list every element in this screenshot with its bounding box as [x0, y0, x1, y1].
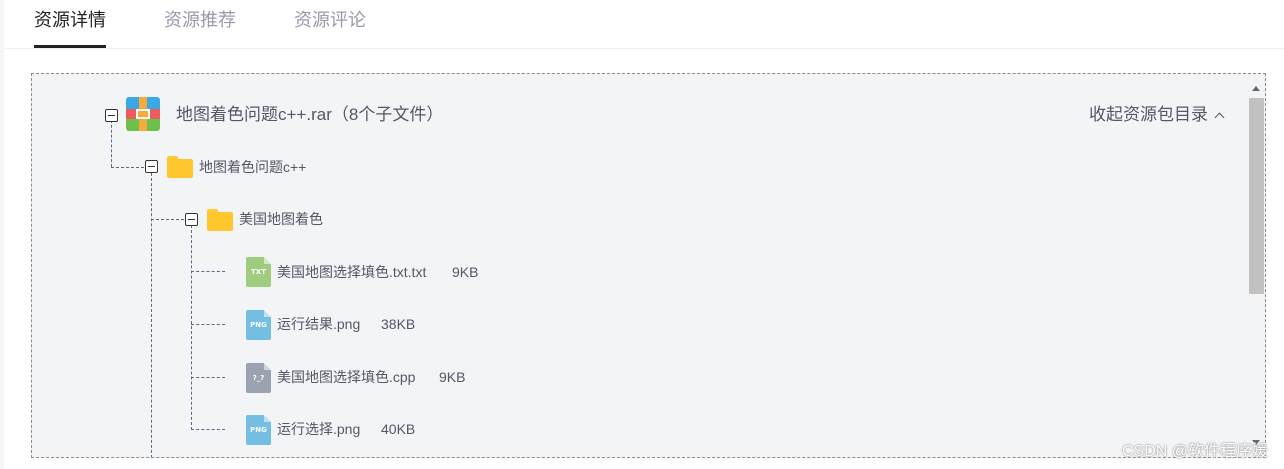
rar-archive-icon — [126, 97, 160, 131]
tab-resource-comments[interactable]: 资源评论 — [294, 8, 366, 32]
archive-title[interactable]: 地图着色问题c++.rar（8个子文件） — [176, 104, 443, 126]
tree-connector — [191, 429, 225, 430]
tree-connector — [191, 324, 225, 325]
file-name[interactable]: 美国地图选择填色.txt.txt — [277, 262, 426, 282]
folder-name[interactable]: 地图着色问题c++ — [199, 157, 306, 177]
tab-label: 资源推荐 — [164, 10, 236, 30]
tab-label: 资源详情 — [34, 10, 106, 30]
folder-name[interactable]: 美国地图着色 — [239, 209, 323, 229]
folder-icon — [207, 209, 233, 231]
file-name[interactable]: 美国地图选择填色.cpp — [277, 367, 415, 387]
file-size: 40KB — [381, 421, 416, 437]
collapse-directory-button[interactable]: 收起资源包目录 — [1089, 104, 1225, 126]
tab-bar: 资源详情 资源推荐 资源评论 — [4, 0, 1284, 49]
file-size: 9KB — [452, 264, 479, 280]
tab-label: 资源评论 — [294, 10, 366, 30]
file-name[interactable]: 运行选择.png — [277, 419, 360, 439]
tree-connector — [191, 377, 225, 378]
png-file-icon: PNG — [246, 310, 271, 340]
chevron-up-icon — [1214, 112, 1225, 123]
folder-collapse-toggle[interactable] — [145, 160, 158, 173]
folder-collapse-toggle[interactable] — [185, 213, 198, 226]
vertical-scrollbar[interactable] — [1247, 74, 1265, 457]
txt-file-icon: TXT — [246, 257, 271, 287]
tree-connector — [111, 167, 149, 168]
file-size: 9KB — [439, 369, 466, 385]
tree-connector — [191, 225, 192, 430]
folder-icon — [167, 156, 193, 178]
active-tab-underline — [34, 45, 106, 48]
scroll-thumb[interactable] — [1249, 98, 1264, 294]
collapse-label: 收起资源包目录 — [1089, 105, 1208, 124]
cpp-file-icon: ?_? — [246, 363, 271, 393]
tab-resource-details[interactable]: 资源详情 — [34, 8, 106, 48]
archive-file-count: （8个子文件） — [331, 105, 444, 124]
tab-resource-recommend[interactable]: 资源推荐 — [164, 8, 236, 32]
resource-panel: 资源详情 资源推荐 资源评论 地图着色问题c++.rar（8个子文件） 收起资源… — [4, 0, 1284, 469]
archive-name: 地图着色问题c++.rar — [176, 105, 332, 124]
tree-connector — [151, 173, 152, 457]
file-size: 38KB — [381, 316, 416, 332]
tree-connector — [191, 271, 225, 272]
png-file-icon: PNG — [246, 415, 271, 445]
tree-connector — [151, 219, 189, 220]
watermark: CSDN @软件程序媛 — [1121, 443, 1268, 460]
file-tree: 地图着色问题c++.rar（8个子文件） 收起资源包目录 地图着色问题c++ 美… — [31, 73, 1266, 458]
tree-connector — [111, 120, 112, 167]
file-name[interactable]: 运行结果.png — [277, 314, 360, 334]
root-collapse-toggle[interactable] — [105, 109, 118, 122]
scroll-up-arrow-icon[interactable] — [1252, 86, 1260, 91]
